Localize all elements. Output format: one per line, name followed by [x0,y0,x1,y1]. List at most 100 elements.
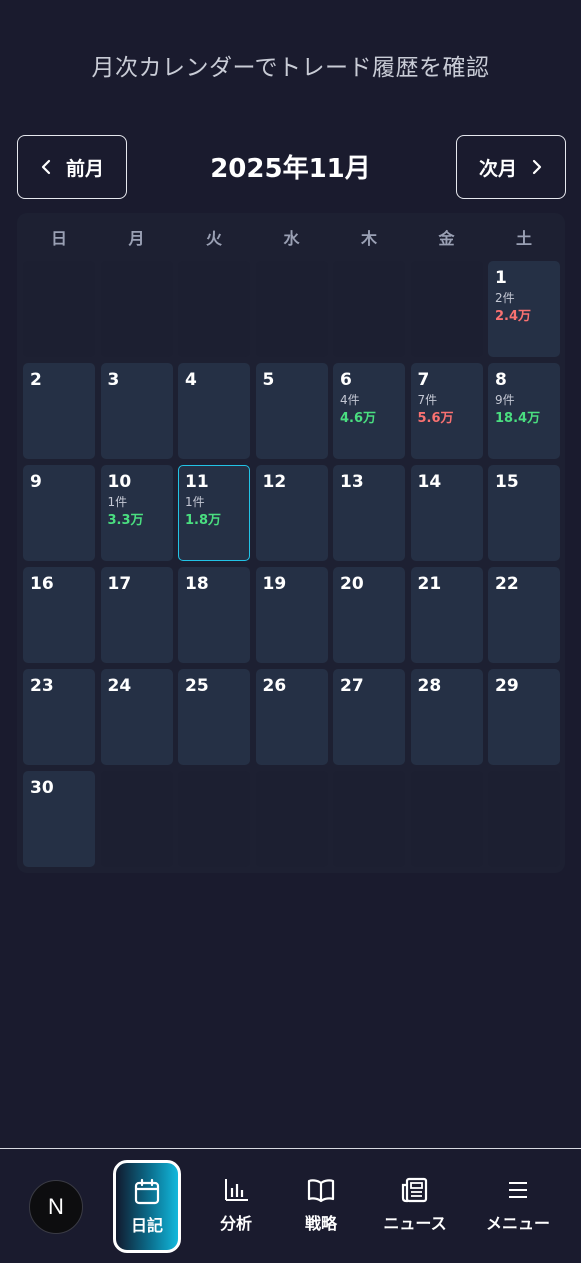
day-number: 26 [262,676,287,696]
day-cell-12[interactable]: 12 [255,465,328,561]
day-cell-14[interactable]: 14 [410,465,483,561]
nav-item-news[interactable]: ニュース [375,1163,455,1247]
day-cell-4[interactable]: 4 [178,363,250,459]
day-number: 22 [495,574,519,594]
day-cell-27[interactable]: 27 [333,669,405,765]
day-number: 6 [340,370,352,390]
hamburger-menu-icon [509,1182,527,1198]
day-number: 28 [417,676,442,696]
day-number: 5 [262,370,275,390]
day-cell-29[interactable]: 29 [488,669,560,765]
trade-count: 2件 [495,291,515,305]
day-number: 7 [417,370,430,390]
day-cell-11[interactable]: 11 1件 1.8万 [178,465,250,561]
day-cell-9[interactable]: 9 [23,465,95,561]
empty-day-cell [333,771,405,867]
day-cell-13[interactable]: 13 [333,465,405,561]
nav-label-news: ニュース [383,1214,447,1233]
day-number: 9 [30,472,42,492]
day-cell-10[interactable]: 10 1件 3.3万 [100,465,173,561]
book-icon [307,1179,335,1203]
day-number: 29 [495,676,519,696]
day-number: 15 [495,472,519,492]
day-cell-19[interactable]: 19 [255,567,328,663]
day-cell-1[interactable]: 1 2件 2.4万 [488,261,560,357]
day-cell-23[interactable]: 23 [23,669,95,765]
trade-count: 7件 [417,393,438,407]
day-cell-7[interactable]: 7 7件 5.6万 [410,363,483,459]
day-cell-20[interactable]: 20 [333,567,405,663]
nav-item-strategy[interactable]: 戦略 [281,1163,361,1247]
weekday-header: 日 月 火 水 木 金 土 [23,225,560,251]
empty-day-cell [255,261,328,357]
next-month-button[interactable]: 次月 [456,135,566,199]
weekday-thu: 木 [360,229,377,248]
empty-day-cell [333,261,405,357]
next-month-label: 次月 [478,157,517,180]
day-cell-2[interactable]: 2 [23,363,95,459]
pnl-amount: 1.8万 [185,513,222,528]
day-cell-22[interactable]: 22 [488,567,560,663]
day-cell-8[interactable]: 8 9件 18.4万 [488,363,560,459]
day-cell-30[interactable]: 30 [23,771,95,867]
month-title: 2025年11月 [210,154,371,184]
bar-chart-icon [225,1179,248,1201]
day-number: 12 [262,472,287,492]
day-cell-24[interactable]: 24 [100,669,173,765]
pnl-amount: 3.3万 [107,513,144,528]
weekday-mon: 月 [128,229,145,248]
day-number: 14 [417,472,442,492]
day-cell-5[interactable]: 5 [255,363,328,459]
day-cell-16[interactable]: 16 [23,567,95,663]
weekday-sun: 日 [50,229,67,248]
day-number: 3 [107,370,120,390]
day-cell-6[interactable]: 6 4件 4.6万 [333,363,405,459]
nav-label-strategy: 戦略 [304,1214,337,1233]
day-cell-21[interactable]: 21 [410,567,483,663]
app-badge[interactable]: N [29,1180,83,1234]
day-cell-3[interactable]: 3 [100,363,173,459]
empty-day-cell [23,261,95,357]
day-number: 16 [30,574,54,594]
day-number: 27 [340,676,364,696]
day-number: 23 [30,676,54,696]
nav-item-analysis[interactable]: 分析 [196,1163,276,1247]
day-number: 11 [185,472,209,492]
day-number: 20 [340,574,364,594]
day-cell-15[interactable]: 15 [488,465,560,561]
weekday-tue: 火 [205,229,222,248]
day-number: 17 [107,574,132,594]
badge-letter: N [48,1194,64,1219]
pnl-amount: 4.6万 [340,411,377,426]
prev-month-button[interactable]: 前月 [17,135,127,199]
day-number: 18 [185,574,209,594]
day-number: 2 [30,370,42,390]
trade-count: 4件 [340,393,360,407]
page-subtitle: 月次カレンダーでトレード履歴を確認 [91,55,490,81]
day-number: 25 [185,676,209,696]
pnl-amount: 18.4万 [495,411,541,426]
day-number: 24 [107,676,132,696]
newspaper-icon [401,1177,428,1203]
chevron-left-icon [41,159,51,175]
nav-label-menu: メニュー [485,1214,550,1233]
day-cell-28[interactable]: 28 [410,669,483,765]
empty-day-cell [410,261,483,357]
empty-day-cell [100,261,173,357]
nav-label-analysis: 分析 [219,1214,252,1233]
day-cell-17[interactable]: 17 [100,567,173,663]
pnl-amount: 5.6万 [417,411,454,426]
calendar-grid: 日 月 火 水 木 金 土 1 2件 2.4万 2 3 4 5 6 4件 4.6万 7 7件 5.6万 8… [17,213,565,873]
nav-item-menu[interactable]: メニュー [478,1163,558,1247]
nav-item-diary[interactable]: 日記 [113,1160,181,1253]
day-number: 8 [495,370,507,390]
day-number: 19 [262,574,287,594]
day-cell-25[interactable]: 25 [178,669,250,765]
trade-count: 1件 [107,495,128,509]
empty-day-cell [488,771,560,867]
day-cell-18[interactable]: 18 [178,567,250,663]
day-cell-26[interactable]: 26 [255,669,328,765]
empty-day-cell [178,261,250,357]
weekday-sat: 土 [515,229,532,248]
day-number: 21 [417,574,442,594]
